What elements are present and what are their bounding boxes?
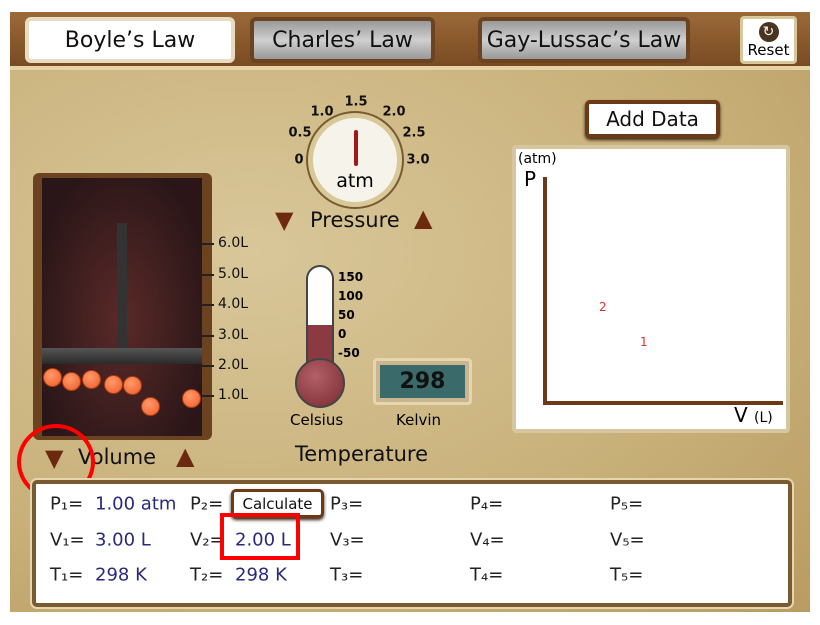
- x-axis-label: V (L): [734, 403, 773, 427]
- volume-tick: [202, 304, 214, 306]
- tab-gay-lussacs-law[interactable]: Gay-Lussac’s Law: [478, 17, 690, 63]
- volume-tick: [202, 274, 214, 276]
- value-1: 298 K: [95, 564, 147, 586]
- x-axis-letter: V: [734, 403, 748, 427]
- data-point-2: 2: [599, 300, 607, 314]
- volume-tick-label: 6.0L: [218, 235, 249, 251]
- row-label: T₃=: [330, 564, 364, 586]
- kelvin-value: 298: [380, 365, 465, 398]
- row-label: P₃=: [330, 493, 364, 515]
- row-label: V₁=: [50, 529, 85, 551]
- reset-button[interactable]: ↻ Reset: [740, 16, 797, 64]
- data-point-1: 1: [640, 335, 648, 349]
- piston[interactable]: [42, 348, 202, 364]
- row-label: P₄=: [470, 493, 504, 515]
- volume-tick-label: 1.0L: [218, 387, 249, 403]
- highlight-box: [220, 513, 300, 560]
- thermometer-tick: 100: [338, 289, 364, 303]
- piston-rod: [117, 223, 127, 351]
- reset-label: Reset: [747, 41, 790, 59]
- kelvin-display: 298: [373, 358, 472, 405]
- gas-particle: [62, 372, 81, 391]
- gas-particle: [123, 376, 142, 395]
- volume-tick-label: 3.0L: [218, 327, 249, 343]
- pressure-label: Pressure: [310, 208, 400, 232]
- row-label: P₁=: [50, 493, 84, 515]
- row-label: V₅=: [610, 529, 645, 551]
- volume-tick-label: 5.0L: [218, 266, 249, 282]
- temperature-label: Temperature: [295, 442, 429, 466]
- tab-boyles-law[interactable]: Boyle’s Law: [25, 17, 235, 63]
- gauge-label: 2.5: [402, 125, 426, 141]
- thermometer-tick: 0: [338, 327, 347, 341]
- thermometer-tick: -50: [338, 346, 360, 360]
- y-axis-label: P: [524, 167, 537, 191]
- gauge-label: 2.0: [382, 104, 406, 120]
- pressure-down-arrow-icon[interactable]: ▼: [275, 208, 293, 232]
- row-label: T₄=: [470, 564, 504, 586]
- gas-particle: [104, 375, 123, 394]
- row-label: T₁=: [50, 564, 84, 586]
- volume-tick-label: 4.0L: [218, 296, 249, 312]
- gas-particle: [182, 389, 201, 408]
- volume-tick: [202, 243, 214, 245]
- gauge-label: 0.5: [288, 125, 312, 141]
- gauge-label: 1.5: [344, 94, 368, 110]
- volume-tick-label: 2.0L: [218, 357, 249, 373]
- pressure-gauge: atm: [308, 113, 402, 207]
- gauge-label: 0: [294, 152, 304, 168]
- thermometer-scale: 150 100 50 0 -50: [338, 268, 363, 363]
- y-axis-unit: (atm): [518, 151, 557, 167]
- gas-particle: [43, 368, 62, 387]
- value-1: 1.00 atm: [95, 493, 177, 515]
- row-label: P₅=: [610, 493, 644, 515]
- thermometer-tick: 150: [338, 270, 364, 284]
- gas-particle: [141, 397, 160, 416]
- gauge-unit: atm: [336, 170, 374, 192]
- volume-up-arrow-icon[interactable]: ▲: [176, 444, 194, 468]
- tab-charles-law[interactable]: Charles’ Law: [250, 17, 435, 63]
- gas-particle: [82, 370, 101, 389]
- row-label: V₄=: [470, 529, 505, 551]
- thermometer-tick: 50: [338, 308, 355, 322]
- row-label: T₂=: [190, 564, 224, 586]
- add-data-button[interactable]: Add Data: [585, 100, 720, 138]
- gauge-needle: [354, 130, 358, 166]
- x-axis-unit: (L): [754, 410, 773, 426]
- volume-tick: [202, 365, 214, 367]
- row-label: P₂=: [190, 493, 224, 515]
- y-axis: [543, 177, 547, 405]
- celsius-label: Celsius: [290, 411, 344, 429]
- pressure-up-arrow-icon[interactable]: ▲: [414, 206, 432, 230]
- value-2: 298 K: [235, 564, 287, 586]
- kelvin-label: Kelvin: [396, 411, 442, 429]
- reset-icon: ↻: [758, 22, 779, 42]
- pv-graph: (atm) P V (L) 2 1: [512, 145, 790, 433]
- value-1: 3.00 L: [95, 529, 151, 551]
- volume-tick: [202, 395, 214, 397]
- gauge-label: 3.0: [406, 152, 430, 168]
- row-label: T₅=: [610, 564, 644, 586]
- gauge-label: 1.0: [310, 104, 334, 120]
- thermometer-bulb: [295, 358, 345, 408]
- row-label: V₃=: [330, 529, 365, 551]
- volume-tick: [202, 335, 214, 337]
